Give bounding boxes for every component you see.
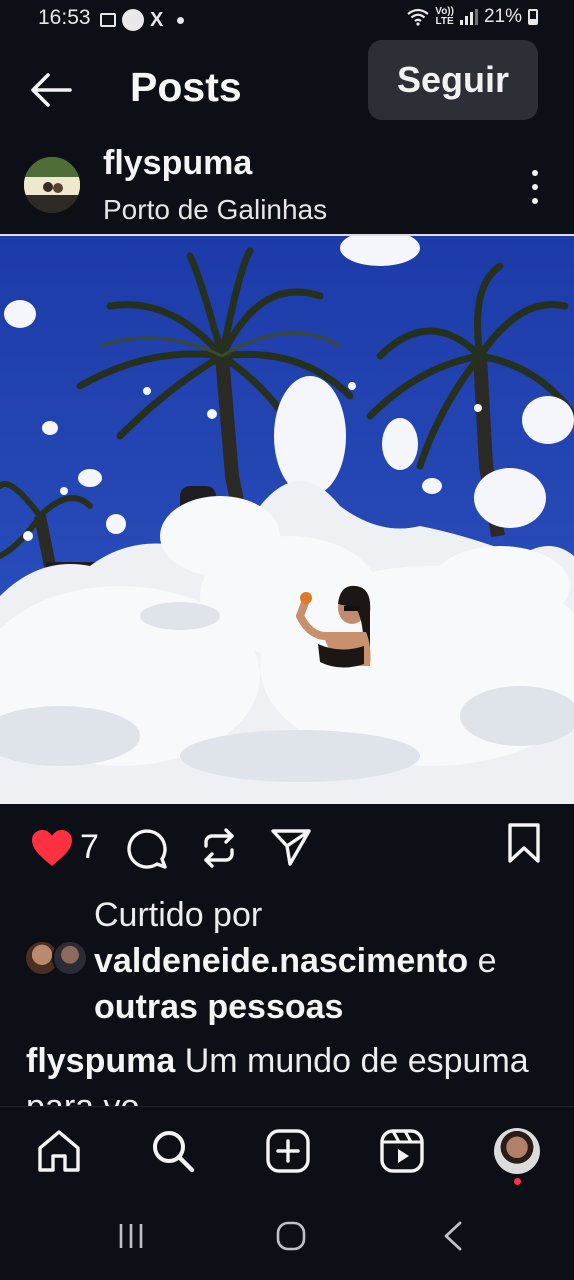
lte-bottom-label: LTE [435,16,454,27]
liked-by-prefix: Curtido por [94,896,263,934]
wifi-icon [407,8,429,26]
liked-by-connector: e [477,942,497,980]
profile-avatar[interactable] [494,1128,540,1174]
send-icon[interactable] [270,826,312,868]
status-time: 16:53 [38,6,91,29]
notification-icons: X [100,9,185,31]
foam-party-photo [0,236,574,804]
post-location[interactable]: Porto de Galinhas [103,194,327,226]
liker-avatar[interactable] [52,940,88,976]
liked-by-summary[interactable]: Curtido por valdeneide.nascimento e outr… [94,892,554,1030]
page-title: Posts [130,64,242,110]
gallery-notification-icon [100,13,116,27]
repost-icon[interactable] [198,826,240,870]
more-notifications-dot-icon [177,16,185,24]
follow-button[interactable]: Seguir [368,40,538,120]
system-status: Vo)) LTE 21% [407,6,538,28]
post-image[interactable] [0,234,574,804]
search-icon[interactable] [150,1128,196,1174]
home-circle-icon[interactable] [275,1220,307,1252]
more-vertical-icon[interactable] [526,170,544,204]
recent-apps-icon[interactable] [116,1221,146,1251]
liked-by-username[interactable]: valdeneide.nascimento [94,942,468,980]
reels-icon[interactable] [379,1128,425,1174]
signal-icon [459,9,478,25]
app-notification-icon [122,9,144,31]
lte-indicator-icon: Vo)) LTE [435,7,454,27]
avatar-photo-icon [24,157,80,213]
battery-icon [528,9,538,25]
home-icon[interactable] [36,1128,82,1174]
battery-percentage: 21% [483,6,522,27]
like-count[interactable]: 7 [80,828,99,867]
x-notification-icon: X [150,9,164,31]
heart-filled-icon[interactable] [30,828,74,868]
post-caption[interactable]: flyspuma Um mundo de espuma para vo... [26,1038,556,1108]
bookmark-icon[interactable] [506,822,542,864]
chevron-left-icon[interactable] [440,1220,466,1252]
status-bar: 16:53 X Vo)) LTE 21% [0,0,574,40]
caption-username[interactable]: flyspuma [26,1042,175,1080]
arrow-left-icon[interactable] [30,72,72,108]
plus-square-icon[interactable] [265,1128,311,1174]
profile-notification-dot [514,1178,521,1185]
post-author-avatar[interactable] [24,157,80,213]
post-username[interactable]: flyspuma [103,144,252,183]
comment-icon[interactable] [124,826,168,870]
liked-by-others[interactable]: outras pessoas [94,988,343,1026]
